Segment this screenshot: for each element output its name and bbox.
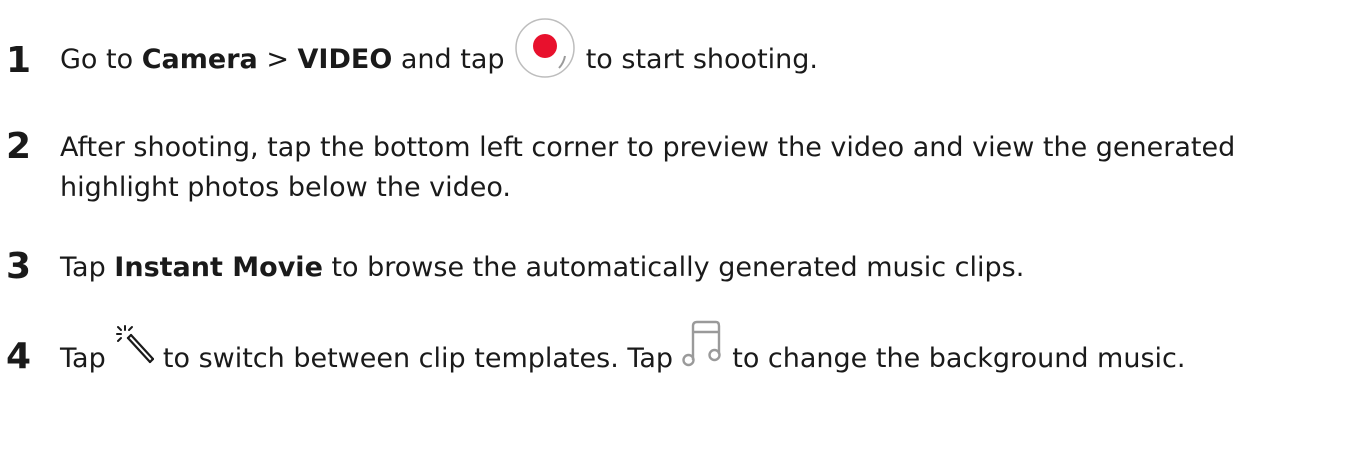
step-text-line: After shooting, tap the bottom left corn…: [60, 132, 1236, 163]
record-button-icon: [513, 16, 577, 80]
step-number: 3: [6, 246, 32, 287]
step-text-part: Go to: [60, 44, 142, 75]
step-text-part: to browse the automatically generated mu…: [322, 252, 1025, 283]
step-text-line: highlight photos below the video.: [60, 172, 511, 203]
magic-wand-icon: [114, 324, 155, 368]
step-text-part: to start shooting.: [577, 44, 819, 75]
step-text-part: Tap: [60, 343, 115, 374]
step-text-part: to change the background music.: [723, 343, 1186, 374]
step-text-part: Tap: [60, 252, 115, 283]
step-text-part: >: [257, 44, 298, 75]
step-number: 2: [6, 126, 32, 167]
ui-term-camera: Camera: [141, 44, 258, 75]
step-text-part: to switch between clip templates. Tap: [154, 343, 682, 374]
step-number: 4: [6, 336, 32, 377]
step-text: Tap to switch between clip templates. Ta…: [60, 320, 1186, 379]
step-text: Tap Instant Movie to browse the automati…: [60, 248, 1024, 288]
step-text: After shooting, tap the bottom left corn…: [60, 128, 1235, 208]
ui-term-video: VIDEO: [297, 44, 393, 75]
music-note-icon: [681, 318, 724, 368]
step-number: 1: [6, 40, 32, 81]
ui-term-instant-movie: Instant Movie: [114, 252, 323, 283]
step-text: Go to Camera > VIDEO and tap to start sh…: [60, 17, 819, 80]
step-text-part: and tap: [392, 44, 514, 75]
